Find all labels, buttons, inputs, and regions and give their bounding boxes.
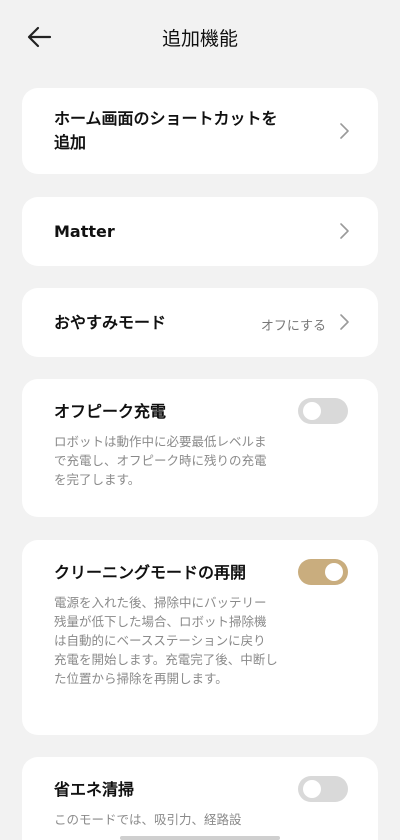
dnd-mode-item[interactable]: おやすみモード オフにする — [22, 288, 378, 357]
home-shortcut-title-line1: ホーム画面のショートカットを — [54, 109, 278, 128]
resume-cleaning-toggle[interactable] — [298, 559, 348, 585]
settings-screen: 追加機能 ホーム画面のショートカットを 追加 Matter おやすみモード オフ… — [0, 0, 400, 840]
offpeak-charging-item: オフピーク充電 ロボットは動作中に必要最低レベルまで充電し、オフピーク時に残りの… — [22, 379, 378, 517]
dnd-mode-title: おやすみモード — [54, 313, 167, 332]
resume-cleaning-description: 電源を入れた後、掃除中にバッテリー残量が低下した場合、ロボット掃除機は自動的にベ… — [54, 595, 278, 686]
header: 追加機能 — [0, 0, 400, 76]
resume-cleaning-item: クリーニングモードの再開 電源を入れた後、掃除中にバッテリー残量が低下した場合、… — [22, 540, 378, 735]
matter-title: Matter — [54, 222, 115, 241]
chevron-right-icon — [340, 314, 349, 330]
offpeak-charging-description: ロボットは動作中に必要最低レベルまで充電し、オフピーク時に残りの充電を完了します… — [54, 434, 267, 487]
chevron-right-icon — [340, 123, 349, 139]
toggle-knob — [303, 780, 321, 798]
eco-cleaning-item: 省エネ清掃 このモードでは、吸引力、経路設 — [22, 757, 378, 840]
dnd-mode-value: オフにする — [260, 319, 326, 334]
resume-cleaning-title: クリーニングモードの再開 — [54, 563, 247, 582]
matter-item[interactable]: Matter — [22, 197, 378, 266]
offpeak-charging-title: オフピーク充電 — [54, 402, 167, 421]
toggle-knob — [303, 402, 321, 420]
offpeak-charging-toggle[interactable] — [298, 398, 348, 424]
home-indicator[interactable] — [120, 836, 280, 840]
eco-cleaning-toggle[interactable] — [298, 776, 348, 802]
eco-cleaning-description: このモードでは、吸引力、経路設 — [54, 812, 242, 827]
chevron-right-icon — [340, 223, 349, 239]
page-title: 追加機能 — [161, 28, 238, 50]
eco-cleaning-title: 省エネ清掃 — [54, 780, 135, 799]
toggle-knob — [325, 563, 343, 581]
home-shortcut-item[interactable]: ホーム画面のショートカットを 追加 — [22, 88, 378, 174]
home-shortcut-title-line2: 追加 — [54, 133, 87, 152]
